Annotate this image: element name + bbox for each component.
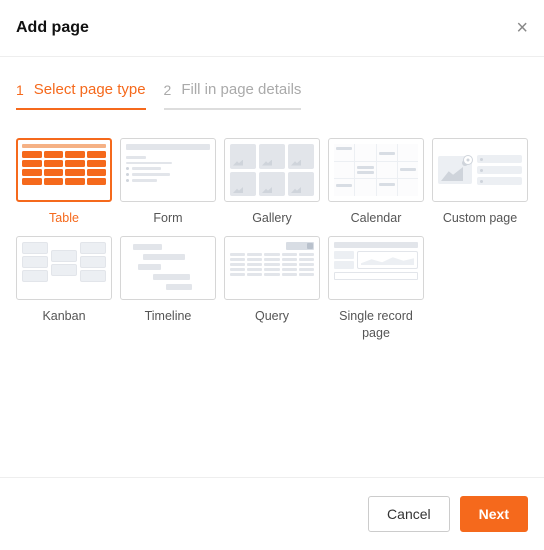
step-label: Select page type — [34, 81, 146, 98]
query-icon — [224, 236, 320, 300]
dialog-header: Add page × — [0, 0, 544, 57]
single-record-icon — [328, 236, 424, 300]
calendar-icon — [328, 138, 424, 202]
option-label: Gallery — [252, 210, 292, 226]
form-icon — [120, 138, 216, 202]
option-label: Query — [255, 308, 289, 324]
option-table[interactable]: Table — [16, 138, 112, 226]
page-type-grid: Table Form Gallery Calendar — [0, 138, 544, 341]
table-icon — [16, 138, 112, 202]
close-icon[interactable]: × — [516, 18, 528, 38]
step-number: 1 — [16, 82, 24, 98]
option-label: Kanban — [42, 308, 85, 324]
option-label: Form — [153, 210, 182, 226]
option-custom-page[interactable]: Custom page — [432, 138, 528, 226]
option-label: Custom page — [443, 210, 517, 226]
option-calendar[interactable]: Calendar — [328, 138, 424, 226]
dialog-title: Add page — [16, 19, 89, 37]
option-single-record-page[interactable]: Single record page — [328, 236, 424, 341]
cancel-button[interactable]: Cancel — [368, 496, 450, 532]
option-gallery[interactable]: Gallery — [224, 138, 320, 226]
step-fill-in-details[interactable]: 2 Fill in page details — [164, 81, 302, 110]
kanban-icon — [16, 236, 112, 300]
option-label: Calendar — [351, 210, 402, 226]
gear-icon — [462, 154, 474, 166]
option-form[interactable]: Form — [120, 138, 216, 226]
custom-page-icon — [432, 138, 528, 202]
gallery-icon — [224, 138, 320, 202]
option-query[interactable]: Query — [224, 236, 320, 341]
wizard-steps: 1 Select page type 2 Fill in page detail… — [0, 57, 544, 110]
option-label: Single record page — [328, 308, 424, 341]
timeline-icon — [120, 236, 216, 300]
option-kanban[interactable]: Kanban — [16, 236, 112, 341]
option-label: Table — [49, 210, 79, 226]
step-label: Fill in page details — [181, 81, 301, 98]
step-number: 2 — [164, 82, 172, 98]
next-button[interactable]: Next — [460, 496, 528, 532]
step-select-page-type[interactable]: 1 Select page type — [16, 81, 146, 110]
option-timeline[interactable]: Timeline — [120, 236, 216, 341]
option-label: Timeline — [145, 308, 192, 324]
dialog-footer: Cancel Next — [0, 477, 544, 550]
